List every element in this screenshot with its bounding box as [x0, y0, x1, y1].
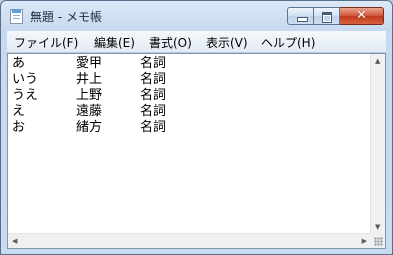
text-content[interactable]: あ 愛甲 名詞 いう 井上 名詞 うえ 上野 名詞 え 遠藤 名詞 お 緒方 名… [8, 54, 373, 235]
line-kana: お [12, 120, 26, 135]
line-pos: 名詞 [140, 56, 167, 71]
scroll-right-icon[interactable]: ▶ [362, 238, 367, 245]
line-kana: いう [12, 72, 39, 87]
scroll-left-icon[interactable]: ◀ [12, 238, 17, 245]
horizontal-scrollbar[interactable]: ◀ ▶ [8, 233, 371, 248]
line-name: 愛甲 [76, 56, 103, 71]
line-kana: え [12, 104, 26, 119]
notepad-app-icon[interactable] [10, 9, 23, 24]
menu-bar: ファイル(F) 編集(E) 書式(O) 表示(V) ヘルプ(H) [7, 31, 386, 53]
line-kana: あ [12, 56, 26, 71]
window-title: 無題 - メモ帳 [30, 10, 102, 24]
minimize-icon [297, 17, 308, 22]
scroll-down-icon[interactable]: ▼ [375, 224, 380, 231]
menu-help[interactable]: ヘルプ(H) [261, 34, 315, 51]
close-icon: ✕ [356, 8, 367, 23]
line-pos: 名詞 [140, 72, 167, 87]
menu-format[interactable]: 書式(O) [149, 34, 192, 51]
line-name: 上野 [76, 88, 103, 103]
menu-edit[interactable]: 編集(E) [94, 34, 135, 51]
minimize-button[interactable] [287, 7, 314, 25]
text-editor[interactable]: あ 愛甲 名詞 いう 井上 名詞 うえ 上野 名詞 え 遠藤 名詞 お 緒方 名… [7, 53, 386, 249]
title-bar[interactable]: 無題 - メモ帳 ✕ [1, 1, 392, 31]
maximize-button[interactable] [314, 7, 340, 25]
close-button[interactable]: ✕ [340, 7, 384, 25]
vertical-scrollbar[interactable]: ▲ ▼ [370, 54, 385, 235]
notepad-window: 無題 - メモ帳 ✕ ファイル(F) 編集(E) 書式(O) 表示(V) ヘルプ… [0, 0, 393, 255]
line-name: 遠藤 [76, 104, 103, 119]
resize-grip-icon[interactable] [370, 233, 385, 248]
line-name: 緒方 [76, 120, 103, 135]
line-pos: 名詞 [140, 88, 167, 103]
line-pos: 名詞 [140, 104, 167, 119]
scroll-up-icon[interactable]: ▲ [375, 58, 380, 65]
menu-view[interactable]: 表示(V) [206, 34, 248, 51]
maximize-icon [322, 12, 332, 23]
menu-file[interactable]: ファイル(F) [14, 34, 78, 51]
line-pos: 名詞 [140, 120, 167, 135]
line-kana: うえ [12, 88, 39, 103]
line-name: 井上 [76, 72, 103, 87]
